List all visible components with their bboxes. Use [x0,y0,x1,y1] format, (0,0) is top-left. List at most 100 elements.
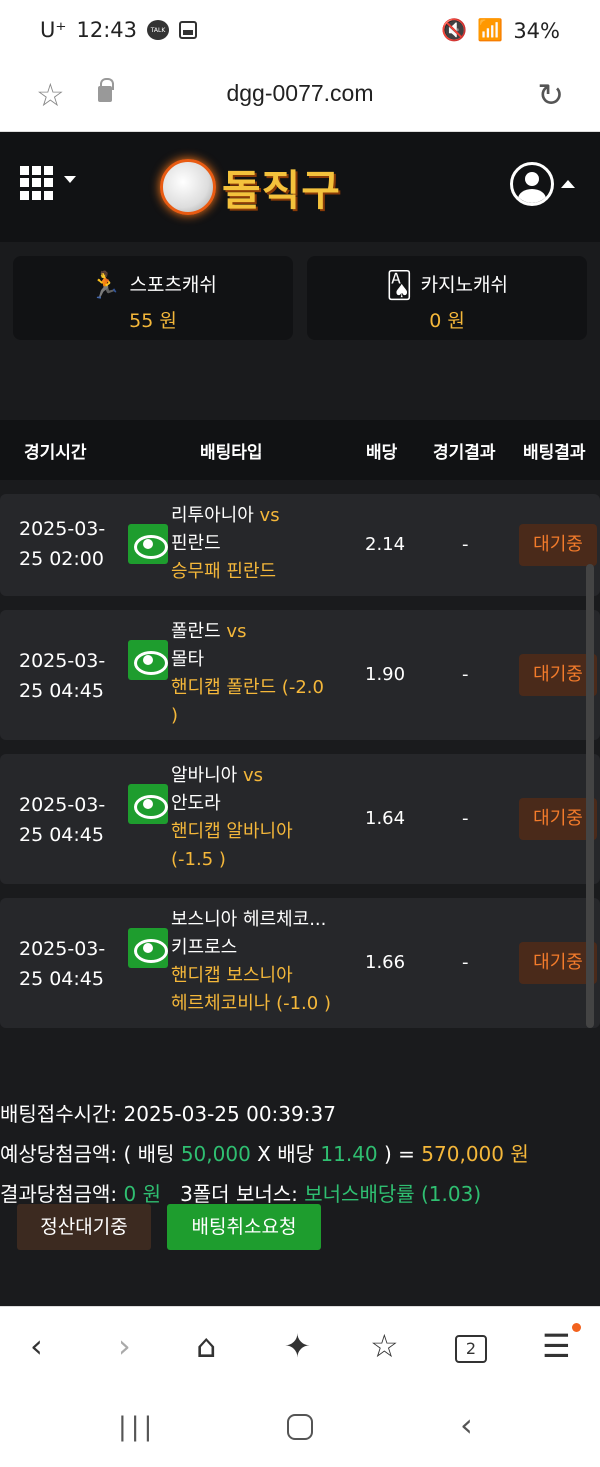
status-bar: U⁺ 12:43 TALK 🔇 📶 34% [0,0,600,64]
header-game-time: 경기시간 [24,443,87,463]
sports-cash-value: 55 원 [129,310,177,332]
home-icon[interactable]: ⌂ [196,1327,216,1365]
game-result: - [462,808,469,829]
site-header: 돌직구 [0,132,600,242]
bet-type: 보스니아 헤르체코... 키프로스 핸디캡 보스니아 헤르체코비나 (-1.0 … [171,906,331,1018]
cancel-bet-button[interactable]: 배팅취소요청 [167,1204,321,1250]
bet-type: 알바니아 vs 안도라 핸디캡 알바니아 (-1.5 ) [171,762,293,874]
game-result: - [462,664,469,685]
odds-value: 2.14 [365,534,406,555]
away-team: 키프로스 [171,937,238,958]
status-left: U⁺ 12:43 TALK [40,18,197,42]
odds-value: 1.90 [365,664,406,685]
wifi-icon: 📶 [477,18,504,42]
total-odds: 11.40 [320,1142,378,1166]
bet-pick: 승무패 핀란드 [171,561,277,582]
back-icon[interactable]: ‹ [30,1327,43,1365]
table-row: 2025-03- 25 04:45 보스니아 헤르체코... 키프로스 핸디캡 … [0,898,600,1028]
game-time: 2025-03- 25 04:45 [19,794,106,846]
mute-icon: 🔇 [441,18,468,42]
clock: 12:43 [76,18,137,42]
home-team: 보스니아 헤르체코... [171,909,327,930]
menu-icon[interactable]: ☰ [542,1327,571,1365]
bet-table-header: 경기시간 배팅타입 배당 경기결과 배팅결과 [0,420,600,480]
bet-pick-cont: 헤르체코비나 (-1.0 ) [171,993,331,1014]
game-result: - [462,534,469,555]
away-team: 핀란드 [171,533,221,554]
result-amount: 0 원 [123,1182,161,1206]
logo-text: 돌직구 [222,165,341,215]
sports-cash-box[interactable]: 🏃 스포츠캐쉬 55 원 [13,256,293,340]
game-time: 2025-03- 25 02:00 [19,518,106,570]
eye-view-icon[interactable] [128,784,168,824]
home-team: 리투아니아 [171,505,254,526]
sports-cash-label: 스포츠캐쉬 [129,274,217,296]
casino-cash-value: 0 원 [429,310,465,332]
recent-apps-icon[interactable]: ||| [118,1412,156,1442]
system-home-icon[interactable] [287,1414,313,1440]
eye-view-icon[interactable] [128,524,168,564]
vs-label: vs [259,505,280,526]
forward-icon[interactable]: › [118,1327,131,1365]
url-bar: ☆ dgg-0077.com ↻ [0,64,600,132]
settle-pending-button[interactable]: 정산대기중 [17,1204,151,1250]
playing-cards-icon: 🂡 [385,270,413,301]
away-team: 안도라 [171,793,221,814]
bet-pick: 핸디캡 폴란드 (-2.0 [171,677,324,698]
bet-time-line: 배팅접수시간: 2025-03-25 00:39:37 [0,1102,336,1126]
sparkle-icon[interactable]: ✦ [284,1327,311,1365]
bookmarks-star-icon[interactable]: ☆ [370,1327,399,1365]
table-row: 2025-03- 25 02:00 리투아니아 vs 핀란드 승무패 핀란드 2… [0,494,600,596]
baseball-fire-icon [160,159,216,215]
user-caret-icon[interactable] [561,180,575,188]
status-right: 🔇 📶 34% [441,18,560,43]
away-team: 몰타 [171,649,205,670]
site-logo[interactable]: 돌직구 [160,154,341,220]
stake-amount: 50,000 [180,1142,251,1166]
game-time: 2025-03- 25 04:45 [19,650,106,702]
running-man-icon: 🏃 [89,270,122,301]
expected-amount: 570,000 원 [421,1142,529,1166]
tabs-icon[interactable]: 2 [455,1335,487,1363]
table-row: 2025-03- 25 04:45 알바니아 vs 안도라 핸디캡 알바니아 (… [0,754,600,884]
notification-dot [572,1323,581,1332]
menu-grid-icon[interactable] [20,166,54,200]
menu-caret-icon[interactable] [64,176,76,183]
battery-level: 34% [513,18,560,43]
bet-time-value: 2025-03-25 00:39:37 [123,1102,336,1126]
gallery-notification-icon [179,21,197,39]
user-avatar-icon[interactable] [510,162,554,206]
url-text[interactable]: dgg-0077.com [0,80,600,107]
bet-pick-cont: (-1.5 ) [171,849,226,870]
vs-label: vs [226,621,247,642]
eye-view-icon[interactable] [128,640,168,680]
carrier-label: U⁺ [40,18,67,42]
bet-summary: 배팅접수시간: 2025-03-25 00:39:37 예상당첨금액: ( 배팅… [0,1094,529,1214]
game-time: 2025-03- 25 04:45 [19,938,106,990]
header-bet-type: 배팅타입 [200,443,263,463]
bet-pick: 핸디캡 알바니아 [171,821,293,842]
vs-label: vs [242,765,264,786]
table-row: 2025-03- 25 04:45 폴란드 vs 몰타 핸디캡 폴란드 (-2.… [0,610,600,740]
browser-bottom-nav: ‹ › ⌂ ✦ ☆ 2 ☰ [0,1306,600,1392]
system-back-icon[interactable]: ‹ [460,1406,473,1444]
header-odds: 배당 [366,443,398,463]
talk-notification-icon: TALK [147,20,169,40]
home-team: 폴란드 [171,621,221,642]
header-bet-result: 배팅결과 [523,443,586,463]
odds-value: 1.66 [365,952,406,973]
expected-win-line: 예상당첨금액: ( 배팅 50,000 X 배당 11.40 ) = 570,0… [0,1142,529,1166]
bet-type: 리투아니아 vs 핀란드 승무패 핀란드 [171,502,280,586]
bet-pick-cont: ) [171,705,179,726]
odds-value: 1.64 [365,808,406,829]
game-result: - [462,952,469,973]
header-game-result: 경기결과 [433,443,496,463]
reload-icon[interactable]: ↻ [537,76,564,114]
system-nav-bar: ||| ‹ [0,1392,600,1467]
casino-cash-label: 카지노캐쉬 [420,274,508,296]
scrollbar[interactable] [586,564,594,1028]
home-team: 알바니아 [171,765,238,786]
casino-cash-box[interactable]: 🂡 카지노캐쉬 0 원 [307,256,587,340]
eye-view-icon[interactable] [128,928,168,968]
bet-pick: 핸디캡 보스니아 [171,965,293,986]
